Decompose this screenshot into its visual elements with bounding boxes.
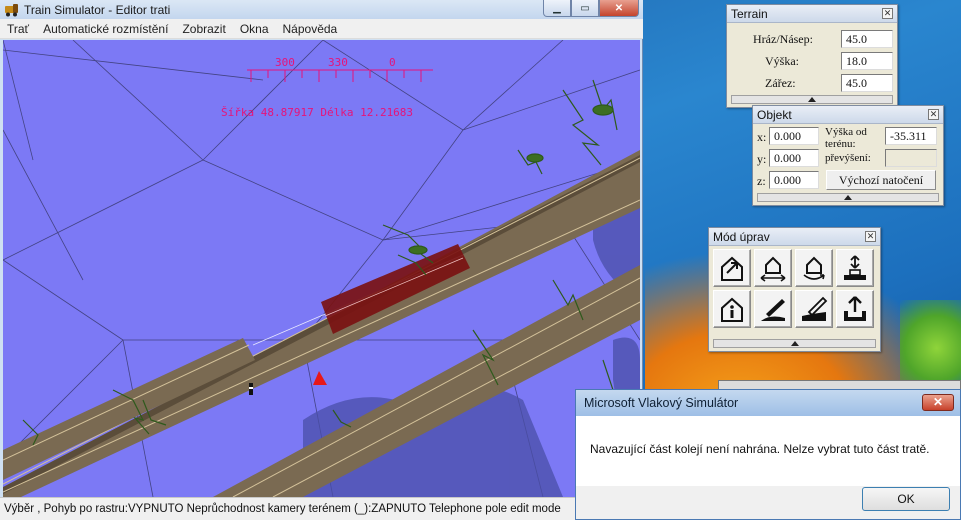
coordinates-readout: Šířka 48.87917 Délka 12.21683 xyxy=(221,106,414,119)
select-tool-icon xyxy=(721,256,743,281)
menu-item-view[interactable]: Zobrazit xyxy=(175,22,232,36)
camera-marker xyxy=(313,371,327,385)
menu-item-windows[interactable]: Okna xyxy=(233,22,276,36)
dialog-close-button[interactable]: ✕ xyxy=(922,394,954,411)
edit-mode-panel: Mód úprav ✕ xyxy=(708,227,881,352)
rotate-button[interactable] xyxy=(795,249,833,287)
compass-tick-0: 0 xyxy=(389,56,396,69)
compass-ruler xyxy=(247,69,433,82)
menu-item-auto-placement[interactable]: Automatické rozmístění xyxy=(36,22,175,36)
upload-icon xyxy=(844,296,866,321)
pencil-tool-icon xyxy=(802,296,828,321)
menu-bar: Trať Automatické rozmístění Zobrazit Okn… xyxy=(0,19,643,39)
info-icon xyxy=(721,297,743,322)
maximize-icon: ▭ xyxy=(580,2,590,14)
edit-mode-panel-titlebar[interactable]: Mód úprav ✕ xyxy=(709,228,880,246)
x-field[interactable]: 0.000 xyxy=(769,127,819,145)
close-icon: ✕ xyxy=(932,395,944,409)
z-field[interactable]: 0.000 xyxy=(769,171,819,189)
cut-field[interactable]: 45.0 xyxy=(841,74,893,92)
select-tool-button[interactable] xyxy=(713,249,751,287)
message-dialog: Microsoft Vlakový Simulátor ✕ Navazující… xyxy=(575,389,961,520)
objekt-panel: Objekt ✕ x: 0.000 y: 0.000 z: 0.000 Výšk… xyxy=(752,105,944,206)
compass-tick-330: 330 xyxy=(328,56,348,69)
terrain-panel: Terrain ✕ Hráz/Násep: 45.0 Výška: 18.0 Z… xyxy=(726,4,898,108)
close-icon: ✕ xyxy=(883,8,892,18)
edit-mode-panel-title: Mód úprav xyxy=(713,230,770,244)
dialog-message: Navazující část kolejí není nahrána. Nel… xyxy=(590,442,930,456)
move-horizontal-icon xyxy=(760,256,786,282)
embankment-label: Hráz/Násep: xyxy=(753,32,813,46)
main-window: Train Simulator - Editor trati ▁ ▭ ✕ Tra… xyxy=(0,0,643,520)
y-label: y: xyxy=(757,152,767,166)
terrain-panel-titlebar[interactable]: Terrain ✕ xyxy=(727,5,897,23)
height-above-terrain-field[interactable]: -35.311 xyxy=(885,127,937,145)
reset-rotation-button[interactable]: Výchozí natočení xyxy=(826,170,936,190)
y-field[interactable]: 0.000 xyxy=(769,149,819,167)
height-above-terrain-label: Výška od terénu: xyxy=(825,126,867,150)
objekt-panel-title: Objekt xyxy=(757,108,792,122)
terrain-panel-close-button[interactable]: ✕ xyxy=(882,8,893,19)
raise-lower-icon xyxy=(844,255,866,280)
dialog-title: Microsoft Vlakový Simulátor xyxy=(584,396,739,410)
close-icon: ✕ xyxy=(929,109,938,119)
height-field[interactable]: 18.0 xyxy=(841,52,893,70)
train-app-icon xyxy=(5,3,18,16)
elevation-label: převýšení: xyxy=(825,152,871,164)
terrain-panel-collapse-button[interactable] xyxy=(731,95,893,104)
objekt-panel-close-button[interactable]: ✕ xyxy=(928,109,939,120)
info-button[interactable] xyxy=(713,290,751,328)
close-icon: ✕ xyxy=(614,2,624,14)
rail-track-stub xyxy=(3,338,255,480)
embankment-field[interactable]: 45.0 xyxy=(841,30,893,48)
main-titlebar[interactable]: Train Simulator - Editor trati ▁ ▭ ✕ xyxy=(0,0,643,19)
upload-button[interactable] xyxy=(836,290,874,328)
x-label: x: xyxy=(757,130,767,144)
objekt-panel-titlebar[interactable]: Objekt ✕ xyxy=(753,106,943,124)
maximize-button[interactable]: ▭ xyxy=(571,0,599,17)
3d-viewport[interactable]: 300 330 0 Šířka 48.87917 Délka 12.21683 xyxy=(3,40,640,497)
dialog-body: Navazující část kolejí není nahrána. Nel… xyxy=(576,416,960,486)
cut-label: Zářez: xyxy=(765,76,796,90)
minimize-button[interactable]: ▁ xyxy=(543,0,571,17)
move-horizontal-button[interactable] xyxy=(754,249,792,287)
height-label: Výška: xyxy=(765,54,799,68)
elevation-field[interactable] xyxy=(885,149,937,167)
objekt-panel-collapse-button[interactable] xyxy=(757,193,939,202)
dialog-titlebar[interactable]: Microsoft Vlakový Simulátor ✕ xyxy=(576,390,960,416)
vegetation xyxy=(22,79,629,446)
minimize-icon: ▁ xyxy=(553,2,561,14)
window-title: Train Simulator - Editor trati xyxy=(24,2,171,17)
close-icon: ✕ xyxy=(866,231,875,241)
pencil-tool-button[interactable] xyxy=(795,290,833,328)
ok-button[interactable]: OK xyxy=(862,487,950,511)
terrain-panel-title: Terrain xyxy=(731,7,768,21)
edit-mode-panel-close-button[interactable]: ✕ xyxy=(865,231,876,242)
edit-mode-panel-collapse-button[interactable] xyxy=(713,339,876,348)
menu-item-help[interactable]: Nápověda xyxy=(276,22,345,36)
raise-lower-button[interactable] xyxy=(836,249,874,287)
status-bar: Výběr , Pohyb po rastru:VYPNUTO Neprůcho… xyxy=(0,497,643,520)
z-label: z: xyxy=(757,174,766,188)
pen-tool-icon xyxy=(761,299,785,321)
menu-item-trat[interactable]: Trať xyxy=(0,22,36,36)
pen-tool-button[interactable] xyxy=(754,290,792,328)
rotate-icon xyxy=(803,256,825,280)
close-button[interactable]: ✕ xyxy=(599,0,639,17)
compass-tick-300: 300 xyxy=(275,56,295,69)
